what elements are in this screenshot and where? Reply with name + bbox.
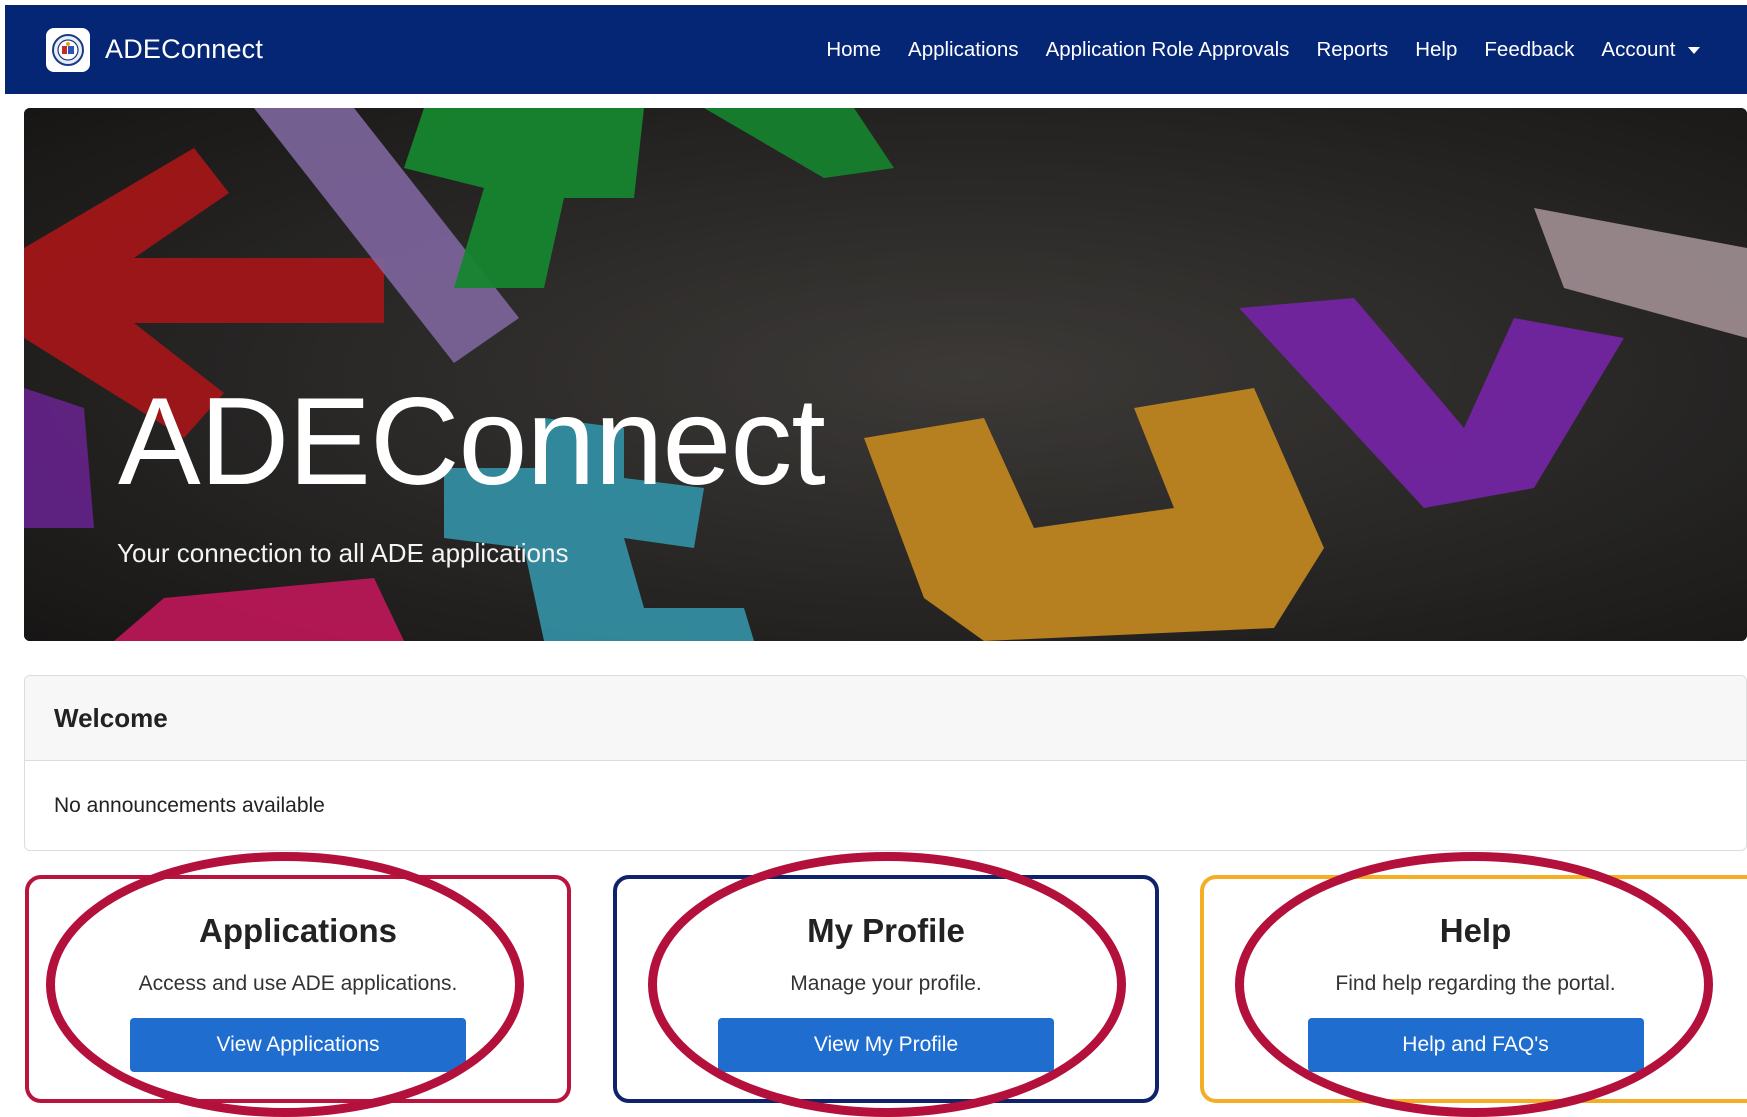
help-card-title: Help xyxy=(1439,912,1512,949)
nav-reports-link[interactable]: Reports xyxy=(1303,38,1402,62)
top-navbar: ADEConnect Home Applications Application… xyxy=(5,5,1747,94)
applications-card-title: Applications xyxy=(198,912,398,949)
ade-seal-logo-icon xyxy=(46,27,90,72)
welcome-header: Welcome xyxy=(25,676,1746,761)
welcome-body: No announcements available xyxy=(25,761,1746,850)
my-profile-card-title: My Profile xyxy=(807,912,965,949)
nav-links: Home Applications Application Role Appro… xyxy=(813,5,1713,94)
view-applications-button[interactable]: View Applications xyxy=(130,1018,466,1072)
hero-title: ADEConnect xyxy=(118,373,826,511)
nav-feedback-link[interactable]: Feedback xyxy=(1471,38,1588,62)
help-card-description: Find help regarding the portal. xyxy=(1335,972,1616,995)
caret-down-icon xyxy=(1687,47,1700,54)
help-card: Help Find help regarding the portal. Hel… xyxy=(1200,875,1747,1103)
nav-applications-link[interactable]: Applications xyxy=(895,38,1033,62)
account-label: Account xyxy=(1601,37,1676,61)
my-profile-card: My Profile Manage your profile. View My … xyxy=(613,875,1159,1103)
hero-banner: ADEConnect Your connection to all ADE ap… xyxy=(24,108,1747,641)
applications-card-description: Access and use ADE applications. xyxy=(138,972,458,995)
nav-application-role-approvals-link[interactable]: Application Role Approvals xyxy=(1032,38,1303,62)
welcome-card: Welcome No announcements available xyxy=(24,675,1747,851)
brand-link[interactable]: ADEConnect xyxy=(46,5,263,94)
view-my-profile-button[interactable]: View My Profile xyxy=(718,1018,1054,1072)
announcements-text: No announcements available xyxy=(54,794,325,817)
nav-help-link[interactable]: Help xyxy=(1402,38,1471,62)
account-dropdown[interactable]: Account xyxy=(1588,38,1713,62)
help-and-faqs-button[interactable]: Help and FAQ's xyxy=(1307,1018,1644,1072)
applications-card: Applications Access and use ADE applicat… xyxy=(25,875,571,1103)
my-profile-card-description: Manage your profile. xyxy=(790,972,982,995)
welcome-title: Welcome xyxy=(54,702,168,733)
hero-subtitle: Your connection to all ADE applications xyxy=(117,538,569,568)
brand-name: ADEConnect xyxy=(105,34,264,64)
nav-home-link[interactable]: Home xyxy=(813,38,895,62)
